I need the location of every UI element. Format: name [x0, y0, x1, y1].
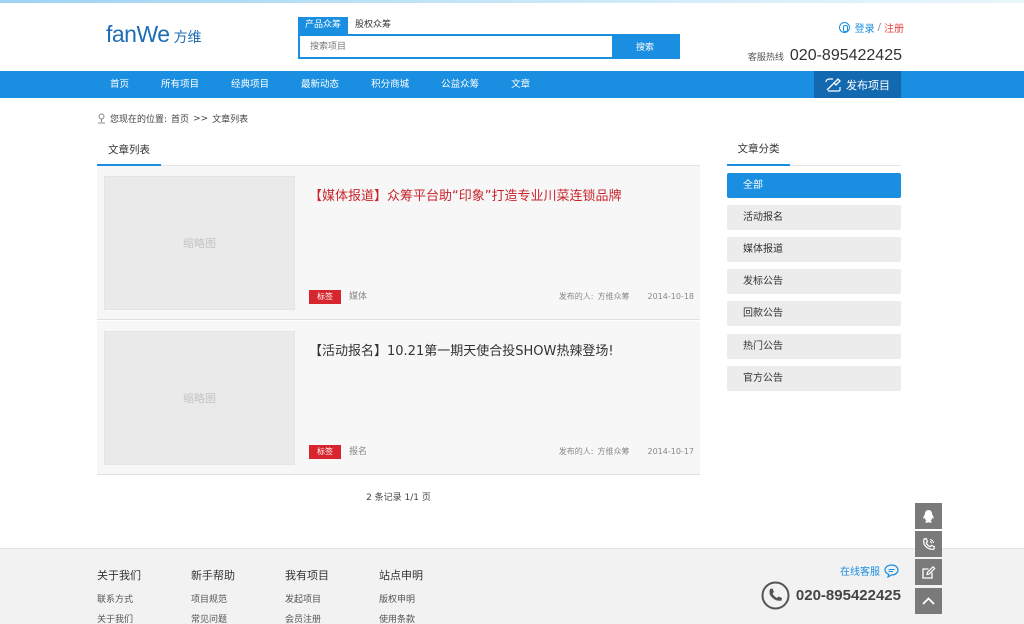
category-official-notice[interactable]: 官方公告: [727, 366, 901, 391]
footer-link[interactable]: 关于我们: [97, 612, 141, 624]
float-phone-button[interactable]: [915, 531, 942, 557]
article-tag-badge: 标签: [309, 445, 341, 459]
back-to-top-icon: [922, 596, 935, 605]
footer-col-head: 站点申明: [379, 569, 423, 582]
nav-item-charity[interactable]: 公益众筹: [430, 71, 490, 98]
category-event-signup[interactable]: 活动报名: [727, 205, 901, 230]
article-title[interactable]: 【活动报名】10.21第一期天使合投SHOW热辣登场!: [309, 340, 614, 359]
article-tag-value[interactable]: 报名: [349, 445, 367, 459]
article-meta: 发布的人: 方维众筹 2014-10-17: [559, 445, 694, 459]
login-link[interactable]: 登录: [855, 20, 875, 35]
breadcrumb-prefix: 您现在的位置:: [110, 115, 168, 125]
search-row: 搜索: [298, 34, 680, 59]
nav-item-classic[interactable]: 经典项目: [220, 71, 280, 98]
category-bid-notice[interactable]: 发标公告: [727, 269, 901, 294]
search-input[interactable]: [300, 36, 612, 57]
breadcrumb-home[interactable]: 首页: [171, 112, 189, 125]
float-qq-button[interactable]: [915, 503, 942, 529]
main-nav: 首页 所有项目 经典项目 最新动态 积分商城 公益众筹 文章 发布项目: [0, 71, 1024, 98]
category-repayment-notice[interactable]: 回款公告: [727, 301, 901, 326]
article-thumbnail[interactable]: 缩略图: [104, 331, 295, 465]
breadcrumb-current: 文章列表: [212, 115, 249, 125]
online-service-label: 在线客服: [840, 567, 880, 578]
article-date: 2014-10-18: [647, 292, 695, 301]
author-label: 发布的人:: [558, 292, 594, 301]
nav-item-points-mall[interactable]: 积分商城: [360, 71, 420, 98]
auth-links: 登录 / 注册: [838, 20, 904, 35]
footer-link[interactable]: 发起项目: [285, 592, 329, 605]
pagination-info: 2 条记录 1/1 页: [366, 493, 431, 503]
search-tab-product[interactable]: 产品众筹: [298, 17, 349, 34]
publish-label: 发布项目: [846, 78, 890, 92]
phone-icon: [923, 537, 936, 550]
online-service-link[interactable]: 在线客服: [840, 563, 899, 578]
location-pin-icon: [98, 113, 105, 124]
site-logo[interactable]: fanWe 方维: [106, 21, 202, 51]
author-name: 方维众筹: [597, 447, 630, 456]
article-item[interactable]: 缩略图 【媒体报道】众筹平台助“印象”打造专业川菜连锁品牌 标签 媒体 发布的人…: [97, 166, 700, 320]
search-button[interactable]: 搜索: [612, 36, 678, 57]
footer-link[interactable]: 使用条款: [379, 612, 423, 624]
author-label: 发布的人:: [558, 447, 594, 456]
article-title[interactable]: 【媒体报道】众筹平台助“印象”打造专业川菜连锁品牌: [309, 185, 621, 204]
footer-col-about: 关于我们 联系方式 关于我们: [97, 567, 141, 624]
article-tag-value[interactable]: 媒体: [349, 290, 367, 304]
edit-icon: [922, 565, 936, 579]
category-all[interactable]: 全部: [727, 173, 901, 198]
nav-item-news[interactable]: 最新动态: [290, 71, 350, 98]
logo-word: fanWe: [106, 21, 170, 47]
article-date: 2014-10-17: [647, 447, 695, 456]
search-tabs: 产品众筹 股权众筹: [298, 17, 680, 34]
publish-project-button[interactable]: 发布项目: [814, 71, 901, 98]
footer-col-statement: 站点申明 版权申明 使用条款: [379, 567, 423, 624]
hotline-number: 020-895422425: [789, 47, 902, 64]
breadcrumb-separator: >>: [193, 113, 209, 124]
category-tabs: 文章分类: [727, 138, 901, 166]
nav-item-articles[interactable]: 文章: [500, 71, 541, 98]
article-meta: 发布的人: 方维众筹 2014-10-18: [559, 290, 694, 304]
category-hot-notice[interactable]: 热门公告: [727, 334, 901, 359]
nav-item-all-projects[interactable]: 所有项目: [150, 71, 210, 98]
chat-bubble-icon: [884, 563, 899, 578]
footer-link[interactable]: 常见问题: [191, 612, 235, 624]
float-top-button[interactable]: [915, 588, 942, 614]
footer-col-help: 新手帮助 项目规范 常见问题: [191, 567, 235, 624]
logo-cn: 方维: [173, 30, 202, 46]
publish-icon: [825, 77, 841, 92]
category-media-report[interactable]: 媒体报道: [727, 237, 901, 262]
category-title: 文章分类: [727, 138, 790, 166]
footer-link[interactable]: 联系方式: [97, 592, 141, 605]
nav-item-home[interactable]: 首页: [99, 71, 140, 98]
footer: 关于我们 联系方式 关于我们 新手帮助 项目规范 常见问题 我有项目 发起项目 …: [0, 548, 1024, 624]
footer-link[interactable]: 版权申明: [379, 592, 423, 605]
article-tag-badge: 标签: [309, 290, 341, 304]
header: fanWe 方维 产品众筹 股权众筹 搜索 登录 / 注册 客服热线 020-8…: [0, 3, 1024, 71]
footer-col-head: 关于我们: [97, 569, 141, 582]
footer-col-head: 我有项目: [285, 569, 329, 582]
hotline: 客服热线 020-895422425: [748, 47, 902, 65]
tab-article-list[interactable]: 文章列表: [97, 138, 161, 166]
breadcrumb: 您现在的位置: 首页 >> 文章列表: [97, 112, 248, 125]
footer-col-head: 新手帮助: [191, 569, 235, 582]
qq-icon: [923, 509, 934, 523]
auth-separator: /: [877, 22, 881, 33]
hotline-label: 客服热线: [747, 53, 784, 63]
float-edit-button[interactable]: [915, 559, 942, 585]
article-thumbnail[interactable]: 缩略图: [104, 176, 295, 310]
register-link[interactable]: 注册: [884, 20, 904, 35]
footer-link[interactable]: 项目规范: [191, 592, 235, 605]
article-item[interactable]: 缩略图 【活动报名】10.21第一期天使合投SHOW热辣登场! 标签 报名 发布…: [97, 321, 700, 475]
author-name: 方维众筹: [597, 292, 630, 301]
search-box: 产品众筹 股权众筹 搜索: [298, 17, 680, 59]
footer-phone: 020-895422425: [761, 581, 901, 610]
footer-link[interactable]: 会员注册: [285, 612, 329, 624]
article-list-tabs: 文章列表: [97, 138, 700, 166]
footer-col-projects: 我有项目 发起项目 会员注册: [285, 567, 329, 624]
user-icon: [838, 22, 850, 33]
footer-phone-number: 020-895422425: [795, 587, 901, 604]
phone-icon: [761, 581, 790, 610]
search-tab-equity[interactable]: 股权众筹: [348, 17, 398, 34]
